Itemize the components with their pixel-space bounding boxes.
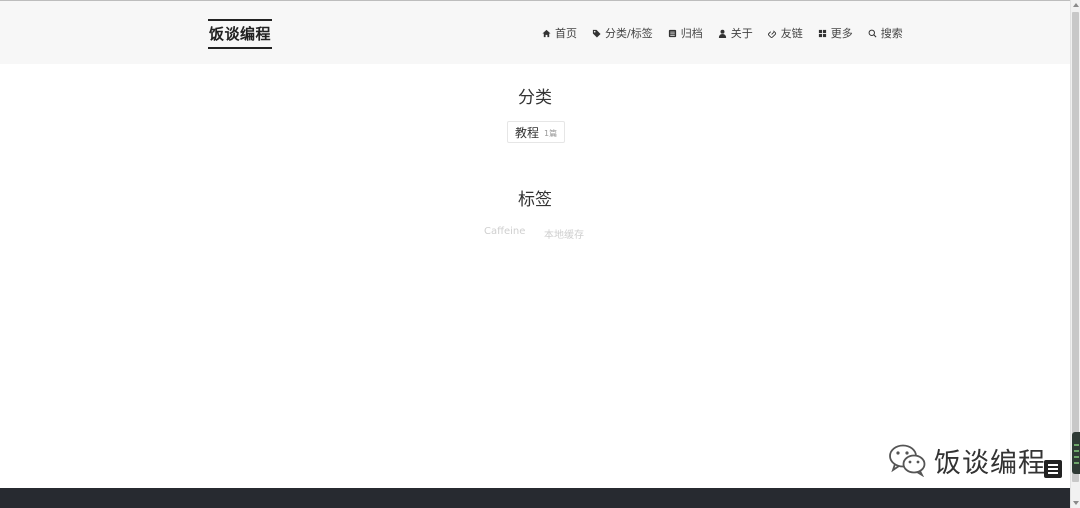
tags-title: 标签 — [518, 190, 552, 210]
nav-label-home: 首页 — [555, 27, 577, 40]
nav-label-more: 更多 — [830, 27, 853, 40]
nav-item-categories-tags[interactable]: 分类/标签 — [592, 25, 653, 41]
tag-local-cache[interactable]: 本地缓存 — [544, 226, 584, 241]
main-nav: 首页 分类/标签 归档 关于 友链 更多 搜索 — [542, 25, 903, 41]
nav-label-search: 搜索 — [880, 27, 903, 40]
search-icon — [868, 29, 877, 37]
site-footer — [0, 488, 1070, 508]
link-icon — [767, 29, 776, 38]
archive-icon — [668, 29, 676, 37]
site-logo[interactable]: 饭谈编程 — [208, 19, 273, 49]
tag-icon — [592, 29, 601, 38]
watermark: 饭谈编程 — [888, 440, 1046, 480]
scroll-down-arrow-icon[interactable] — [1073, 501, 1079, 505]
nav-item-home[interactable]: 首页 — [542, 25, 577, 41]
categories-title: 分类 — [518, 88, 552, 108]
grid-icon — [818, 29, 826, 37]
wechat-icon — [889, 444, 926, 477]
watermark-text: 饭谈编程 — [934, 447, 1046, 479]
home-icon — [542, 29, 551, 37]
menu-toggle-button[interactable] — [1044, 460, 1062, 478]
nav-label-categories-tags: 分类/标签 — [605, 27, 653, 40]
side-widget-tab[interactable] — [1072, 432, 1080, 474]
nav-item-search[interactable]: 搜索 — [868, 25, 903, 41]
tag-caffeine[interactable]: Caffeine — [484, 226, 525, 237]
category-name: 教程 — [515, 125, 540, 140]
nav-item-friend-links[interactable]: 友链 — [767, 25, 803, 41]
nav-label-about: 关于 — [730, 27, 753, 40]
scrollbar-thumb[interactable] — [1072, 12, 1079, 482]
site-header: 饭谈编程 首页 分类/标签 归档 关于 友链 更多 搜索 — [0, 1, 1070, 64]
nav-item-archive[interactable]: 归档 — [668, 25, 703, 41]
category-chip-tutorial[interactable]: 教程 1篇 — [507, 121, 566, 143]
nav-label-friend-links: 友链 — [780, 27, 803, 40]
scroll-up-arrow-icon[interactable] — [1073, 3, 1079, 7]
category-count: 1篇 — [544, 128, 558, 138]
user-icon — [718, 29, 726, 38]
nav-item-more[interactable]: 更多 — [818, 25, 853, 41]
nav-label-archive: 归档 — [680, 27, 703, 40]
nav-item-about[interactable]: 关于 — [718, 25, 753, 41]
